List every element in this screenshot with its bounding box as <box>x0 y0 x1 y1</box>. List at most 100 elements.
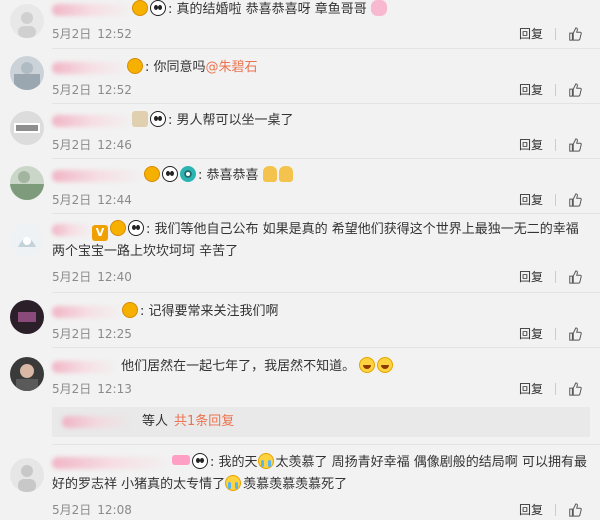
thumbs-up-icon[interactable] <box>568 193 582 207</box>
divider <box>555 328 556 340</box>
reply-button[interactable]: 回复 <box>519 192 543 208</box>
comment-item: : 男人帮可以坐一桌了 5月2日 12:46 回复 <box>0 109 600 153</box>
reply-button[interactable]: 回复 <box>519 326 543 342</box>
divider <box>52 444 600 445</box>
avatar[interactable] <box>10 111 44 145</box>
pray-emoji-icon <box>278 166 293 182</box>
divider <box>555 271 556 283</box>
medal-badge-icon <box>127 58 143 74</box>
comment-item: V: 我们等他自己公布 如果是真的 希望他们获得这个世界上最独一无二的幸福 两个… <box>0 219 600 289</box>
username-blurred[interactable] <box>52 169 144 182</box>
comment-item: : 真的结婚啦 恭喜恭喜呀 章鱼哥哥 5月2日 12:52 回复 <box>0 0 600 44</box>
thumbs-up-icon[interactable] <box>568 27 582 41</box>
comment-feed: : 真的结婚啦 恭喜恭喜呀 章鱼哥哥 5月2日 12:52 回复 : 你同意吗@朱… <box>0 0 600 520</box>
comment-actions: 回复 <box>519 82 586 98</box>
avatar[interactable] <box>10 4 44 38</box>
replies-summary[interactable]: 等人 共1条回复 <box>52 407 590 437</box>
cry-emoji-icon <box>257 453 274 469</box>
pig-emoji-icon <box>370 0 387 16</box>
divider <box>555 84 556 96</box>
comment-text: 你同意吗 <box>153 60 206 75</box>
comment-item: : 恭喜恭喜 5月2日 12:44 回复 <box>0 164 600 208</box>
comment-actions: 回复 <box>519 137 586 153</box>
reply-button[interactable]: 回复 <box>519 502 543 518</box>
comment-actions: 回复 <box>519 502 586 518</box>
avatar[interactable] <box>10 56 44 90</box>
thumbs-up-icon[interactable] <box>568 83 582 97</box>
comment-actions: 回复 <box>519 326 586 342</box>
username-blurred[interactable] <box>52 456 172 469</box>
reply-button[interactable]: 回复 <box>519 269 543 285</box>
divider <box>555 504 556 516</box>
replies-who: 等人 <box>142 414 169 429</box>
comment-actions: 回复 <box>519 192 586 208</box>
reply-button[interactable]: 回复 <box>519 137 543 153</box>
thumbs-up-icon[interactable] <box>568 138 582 152</box>
comment-timestamp: 5月2日 12:44 <box>52 193 132 207</box>
divider <box>52 213 600 214</box>
reply-button[interactable]: 回复 <box>519 26 543 42</box>
comment-timestamp: 5月2日 12:40 <box>52 270 132 284</box>
divider <box>52 292 600 293</box>
reply-button[interactable]: 回复 <box>519 82 543 98</box>
panda-emoji-icon <box>162 166 178 182</box>
avatar[interactable] <box>10 300 44 334</box>
panda-emoji-icon <box>150 111 166 127</box>
avatar[interactable] <box>10 223 44 257</box>
panda-emoji-icon <box>128 220 144 236</box>
user-mention-link[interactable]: @朱碧石 <box>206 60 258 75</box>
laugh-emoji-icon <box>377 357 394 373</box>
comment-timestamp: 5月2日 12:52 <box>52 27 132 41</box>
thumbs-up-icon[interactable] <box>568 503 582 517</box>
comment-text: 记得要常来关注我们啊 <box>148 304 279 319</box>
comment-timestamp: 5月2日 12:13 <box>52 382 132 396</box>
replies-count-link[interactable]: 共1条回复 <box>174 414 234 429</box>
thumbs-up-icon[interactable] <box>568 382 582 396</box>
medal-badge-icon <box>110 220 126 236</box>
username-blurred[interactable] <box>52 305 122 318</box>
divider <box>52 158 600 159</box>
username-blurred[interactable] <box>52 360 117 373</box>
comment-text: 真的结婚啦 恭喜恭喜呀 章鱼哥哥 <box>176 2 367 17</box>
divider <box>555 194 556 206</box>
comment-item: : 我的天 太羡慕了 周扬青好幸福 偶像剧般的结局啊 可以拥有最好的罗志祥 小猪真… <box>0 448 600 520</box>
comment-item: 他们居然在一起七年了，我居然不知道。 5月2日 12:13 回复 等人 共1条回复 <box>0 353 600 437</box>
comment-text: 羡慕羡慕羡慕死了 <box>243 477 348 492</box>
comment-text: 我的天 <box>218 455 258 470</box>
medal-badge-icon <box>122 302 138 318</box>
divider <box>555 383 556 395</box>
badge-icon <box>132 111 148 127</box>
comment-timestamp: 5月2日 12:25 <box>52 327 132 341</box>
comment-item: : 记得要常来关注我们啊 5月2日 12:25 回复 <box>0 298 600 342</box>
username-blurred[interactable] <box>52 61 127 74</box>
panda-emoji-icon <box>150 0 166 16</box>
panda-emoji-icon <box>192 453 208 469</box>
avatar[interactable] <box>10 357 44 391</box>
medal-badge-icon <box>144 166 160 182</box>
medal-badge-icon <box>132 0 148 16</box>
thumbs-up-icon[interactable] <box>568 327 582 341</box>
avatar[interactable] <box>10 166 44 200</box>
avatar[interactable] <box>10 458 44 492</box>
comment-actions: 回复 <box>519 381 586 397</box>
comment-item: : 你同意吗@朱碧石 5月2日 12:52 回复 <box>0 54 600 98</box>
bow-badge-icon <box>172 455 190 465</box>
vip-badge-icon: V <box>92 225 108 241</box>
username-blurred[interactable] <box>52 223 92 236</box>
username-blurred[interactable] <box>52 3 132 16</box>
thumbs-up-icon[interactable] <box>568 270 582 284</box>
laugh-emoji-icon <box>359 357 376 373</box>
divider <box>555 139 556 151</box>
username-blurred[interactable] <box>52 114 132 127</box>
comment-actions: 回复 <box>519 26 586 42</box>
comment-text: 男人帮可以坐一桌了 <box>176 113 294 128</box>
comment-text: 他们居然在一起七年了，我居然不知道。 <box>121 359 356 374</box>
username-blurred <box>62 416 132 428</box>
comment-timestamp: 5月2日 12:08 <box>52 503 132 517</box>
reply-button[interactable]: 回复 <box>519 381 543 397</box>
comment-timestamp: 5月2日 12:52 <box>52 83 132 97</box>
divider <box>52 48 600 49</box>
divider <box>52 347 600 348</box>
comment-timestamp: 5月2日 12:46 <box>52 138 132 152</box>
pray-emoji-icon <box>262 166 277 182</box>
